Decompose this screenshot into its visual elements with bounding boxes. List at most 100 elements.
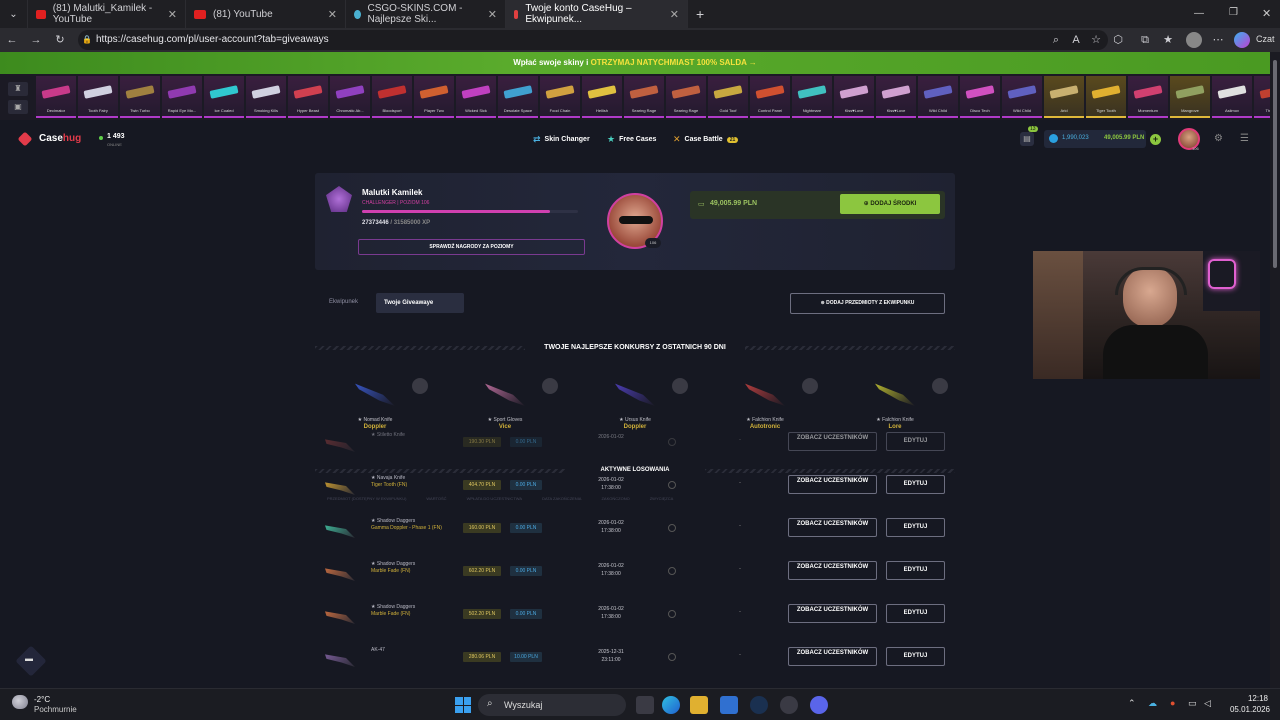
minimize-icon[interactable]: —	[1194, 8, 1204, 19]
see-participants-button[interactable]: ZOBACZ UCZESTNIKÓW	[788, 475, 877, 494]
level-rewards-button[interactable]: SPRAWDŹ NAGRODY ZA POZIOMY	[358, 239, 585, 255]
gift-icon[interactable]: ▤	[1020, 132, 1034, 146]
edge-icon[interactable]	[662, 696, 680, 714]
address-bar[interactable]: 🔒 https://casehug.com/pl/user-account?ta…	[78, 30, 1108, 50]
obs-icon[interactable]	[780, 696, 798, 714]
copilot-icon[interactable]	[1234, 32, 1250, 48]
ticker-drop[interactable]: Hyper Beast	[288, 76, 328, 118]
clock-time[interactable]: 12:18	[1228, 694, 1268, 703]
ticker-drop[interactable]: Control Panel	[750, 76, 790, 118]
tab-youtube-channel[interactable]: (81) Malutki_Kamilek - YouTube ✕	[28, 0, 186, 28]
close-icon[interactable]: ✕	[328, 8, 337, 21]
mic-icon[interactable]: ●	[1170, 698, 1175, 708]
edit-button[interactable]: EDYTUJ	[886, 432, 945, 451]
reload-icon[interactable]: ↻	[52, 32, 68, 48]
tab-giveaways[interactable]: Twoje Giveawaye	[376, 293, 464, 313]
tray-arrow-icon[interactable]: ⌃	[1128, 698, 1136, 709]
zoom-icon[interactable]: ⌕	[1048, 32, 1064, 48]
ticker-drop[interactable]: Mangrove	[1170, 76, 1210, 118]
ticker-drop[interactable]: The Tra...	[1254, 76, 1270, 118]
file-explorer-icon[interactable]	[690, 696, 708, 714]
see-participants-button[interactable]: ZOBACZ UCZESTNIKÓW	[788, 518, 877, 537]
see-participants-button[interactable]: ZOBACZ UCZESTNIKÓW	[788, 432, 877, 451]
read-aloud-icon[interactable]: A	[1068, 32, 1084, 48]
ticker-drop[interactable]: Smoking Kills	[246, 76, 286, 118]
ticker-drop[interactable]: Decimator	[36, 76, 76, 118]
ticker-drop[interactable]: Wicked Sick	[456, 76, 496, 118]
site-logo[interactable]: Casehug	[39, 133, 81, 144]
task-view-icon[interactable]	[636, 696, 654, 714]
back-icon[interactable]: ←	[4, 32, 20, 48]
clock-date[interactable]: 05.01.2026	[1224, 705, 1270, 714]
ticker-drop[interactable]: Kiss♥Love	[876, 76, 916, 118]
new-tab-button[interactable]: +	[688, 0, 712, 28]
tab-casehug[interactable]: Twoje konto CaseHug – Ekwipunek... ✕	[506, 0, 688, 28]
ticker-filter-top-icon[interactable]: ♜	[8, 82, 28, 96]
ticker-drop[interactable]: Searing Rage	[666, 76, 706, 118]
ticker-drop[interactable]: Rapid Eye Mo...	[162, 76, 202, 118]
tab-youtube[interactable]: (81) YouTube ✕	[186, 0, 346, 28]
weather-temp[interactable]: -2°C	[34, 695, 50, 704]
ticker-drop[interactable]: Food Chain	[540, 76, 580, 118]
see-participants-button[interactable]: ZOBACZ UCZESTNIKÓW	[788, 604, 877, 623]
window-close-icon[interactable]: ✕	[1262, 7, 1271, 20]
ticker-drop[interactable]: Asiimov	[1212, 76, 1252, 118]
edit-button[interactable]: EDYTUJ	[886, 604, 945, 623]
weather-desc[interactable]: Pochmurnie	[34, 705, 77, 714]
close-icon[interactable]: ✕	[670, 8, 679, 21]
add-funds-button[interactable]: ⊕ DODAJ ŚRODKI	[840, 194, 940, 214]
taskbar-search[interactable]: ⌕ Wyszukaj	[478, 694, 626, 716]
see-participants-button[interactable]: ZOBACZ UCZESTNIKÓW	[788, 647, 877, 666]
close-icon[interactable]: ✕	[168, 8, 177, 21]
restore-icon[interactable]: ❐	[1229, 7, 1238, 18]
edit-button[interactable]: EDYTUJ	[886, 561, 945, 580]
discord-icon[interactable]	[810, 696, 828, 714]
ticker-drop[interactable]: Momentum	[1128, 76, 1168, 118]
favorites-icon[interactable]: ★	[1160, 32, 1176, 48]
ticker-drop[interactable]: Player Two	[414, 76, 454, 118]
forward-icon[interactable]: →	[28, 32, 44, 48]
ticker-filter-all-icon[interactable]: ▣	[8, 100, 28, 114]
nav-free-cases[interactable]: ★ Free Cases	[607, 134, 656, 145]
ticker-drop[interactable]: Gold Toof	[708, 76, 748, 118]
windows-start-icon[interactable]	[455, 697, 471, 713]
copilot-label[interactable]: Czat	[1256, 34, 1275, 44]
ticker-drop[interactable]: Wild Child	[918, 76, 958, 118]
page-scrollbar[interactable]	[1270, 52, 1280, 688]
ticker-drop[interactable]: Nightmare	[792, 76, 832, 118]
ticker-drop[interactable]: Hellish	[582, 76, 622, 118]
ticker-drop[interactable]: Tooth Fairy	[78, 76, 118, 118]
scrollbar-thumb[interactable]	[1273, 60, 1277, 268]
store-icon[interactable]	[720, 696, 738, 714]
ticker-drop[interactable]: Kiss♥Love	[834, 76, 874, 118]
ticker-drop[interactable]: Wild Child	[1002, 76, 1042, 118]
ticker-drop[interactable]: Tiger Tooth	[1086, 76, 1126, 118]
ticker-drop[interactable]: Chromatic Ab...	[330, 76, 370, 118]
ticker-drop[interactable]: Desolate Space	[498, 76, 538, 118]
more-icon[interactable]: ⋯	[1210, 32, 1226, 48]
ticker-drop[interactable]: Ice Coaled	[204, 76, 244, 118]
ticker-drop[interactable]: Bloodsport	[372, 76, 412, 118]
network-icon[interactable]: ▭	[1188, 698, 1197, 709]
edit-button[interactable]: EDYTUJ	[886, 647, 945, 666]
promo-banner[interactable]: Wpłać swoje skiny i OTRZYMAJ NATYCHMIAST…	[0, 52, 1270, 74]
edit-button[interactable]: EDYTUJ	[886, 475, 945, 494]
ticker-drop[interactable]: Disco Tech	[960, 76, 1000, 118]
settings-gear-icon[interactable]: ⚙	[1214, 133, 1223, 144]
profile-icon[interactable]	[1186, 32, 1202, 48]
tab-csgo-skins[interactable]: CSGO-SKINS.COM - Najlepsze Ski... ✕	[346, 0, 506, 28]
ticker-drop[interactable]: Searing Rage	[624, 76, 664, 118]
add-items-button[interactable]: ⊕ DODAJ PRZEDMIOTY Z EKWIPUNKU	[790, 293, 945, 314]
add-balance-icon[interactable]: +	[1150, 134, 1161, 145]
nav-skin-changer[interactable]: ⇄ Skin Changer	[533, 134, 590, 145]
volume-icon[interactable]: ◁	[1204, 698, 1211, 709]
steam-icon[interactable]	[750, 696, 768, 714]
split-screen-icon[interactable]: ⧉	[1137, 32, 1153, 48]
favorite-star-icon[interactable]: ☆	[1088, 32, 1104, 48]
close-icon[interactable]: ✕	[488, 8, 497, 21]
ticker-drop[interactable]: Arid	[1044, 76, 1084, 118]
menu-icon[interactable]: ☰	[1240, 133, 1249, 144]
tab-inventory[interactable]: Ekwipunek	[329, 299, 358, 305]
tab-list-icon[interactable]: ⌄	[0, 0, 28, 28]
see-participants-button[interactable]: ZOBACZ UCZESTNIKÓW	[788, 561, 877, 580]
